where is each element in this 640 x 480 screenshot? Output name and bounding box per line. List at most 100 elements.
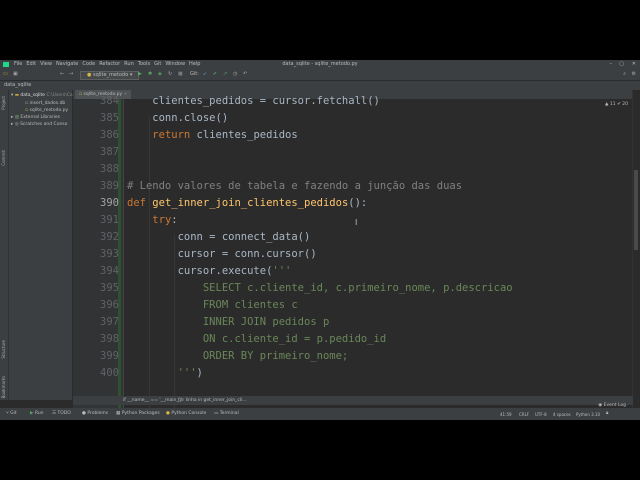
- git-label: Git:: [190, 71, 199, 77]
- tree-scratches[interactable]: ▸ ◎ Scratches and Conso: [11, 122, 67, 127]
- status-position[interactable]: 41:59: [500, 411, 512, 419]
- line-number: 396: [100, 299, 119, 311]
- tree-file-py[interactable]: ▫ sqlite_metodo.py: [25, 108, 68, 113]
- line-number: 397: [100, 316, 119, 328]
- nav-project[interactable]: data_sqlite: [4, 81, 31, 90]
- python-icon: ●: [87, 72, 92, 78]
- project-tool-tab[interactable]: Project: [1, 96, 6, 110]
- navigation-bar: data_sqlite: [0, 81, 640, 90]
- git-icon: ⑂: [6, 411, 9, 416]
- commit-tool-tab[interactable]: Commit: [1, 150, 6, 166]
- terminal-tool-tab[interactable]: ▭ Terminal: [214, 408, 239, 420]
- close-icon[interactable]: ✕: [632, 60, 636, 69]
- settings-icon[interactable]: ⚙: [632, 69, 636, 80]
- python-console-tool-tab[interactable]: ● Python Console: [166, 408, 206, 420]
- code-line: ORDER BY primeiro_nome;: [127, 350, 349, 362]
- forward-icon[interactable]: →: [69, 69, 73, 80]
- chevron-down-icon: ▾: [129, 72, 133, 78]
- line-number: 387: [100, 146, 119, 158]
- line-number: 390: [100, 197, 119, 209]
- folder-icon[interactable]: ▭: [3, 69, 8, 80]
- line-number: 386: [100, 129, 119, 141]
- structure-tool-tab[interactable]: Structure: [1, 340, 6, 359]
- coverage-icon[interactable]: ◈: [158, 69, 162, 80]
- back-icon[interactable]: ←: [60, 69, 64, 80]
- rerun-icon[interactable]: ↻: [168, 69, 172, 80]
- code-line: INNER JOIN pedidos p: [127, 316, 330, 328]
- line-number: 385: [100, 112, 119, 124]
- menu-file[interactable]: File: [14, 60, 22, 69]
- history-icon[interactable]: ◷: [233, 69, 237, 80]
- status-interpreter[interactable]: Python 3.10: [576, 411, 600, 419]
- chevron-right-icon: ▸: [11, 122, 14, 127]
- line-number: 391: [100, 214, 119, 226]
- right-tool-strip: [632, 90, 640, 420]
- file-icon: ▫: [25, 101, 29, 106]
- search-icon[interactable]: ⌕: [623, 69, 626, 80]
- text-cursor: I: [355, 218, 358, 227]
- breadcrumb-for[interactable]: for linha in get_inner_join_cli...: [178, 396, 247, 405]
- python-packages-tool-tab[interactable]: ▦ Python Packages: [116, 408, 160, 420]
- line-number: 394: [100, 265, 119, 277]
- line-number: 388: [100, 163, 119, 175]
- app-logo-icon: [3, 62, 9, 67]
- code-line: SELECT c.cliente_id, c.primeiro_nome, p.…: [127, 282, 513, 294]
- minimize-icon[interactable]: –: [610, 60, 613, 69]
- line-number: 399: [100, 350, 119, 362]
- code-line: conn = connect_data(): [127, 231, 311, 243]
- code-line: cursor.execute(''': [127, 265, 292, 277]
- problems-tool-tab[interactable]: ● Problems: [82, 408, 108, 420]
- code-line: conn.close(): [127, 112, 229, 124]
- todo-tool-tab[interactable]: ☰ TODO: [52, 408, 71, 420]
- line-number: 384: [100, 95, 119, 107]
- status-encoding[interactable]: UTF-8: [535, 411, 547, 419]
- scratch-icon: ◎: [14, 122, 19, 127]
- menu-view[interactable]: View: [40, 60, 52, 69]
- code-line: try:: [152, 214, 178, 226]
- run-icon: ▶: [30, 411, 34, 416]
- tree-external-libraries[interactable]: ▸ ▥ External Libraries: [11, 115, 60, 120]
- status-bar: ⑂ Git ▶ Run ☰ TODO ● Problems ▦ Python P…: [0, 403, 640, 420]
- run-icon[interactable]: ▶: [138, 69, 142, 80]
- event-log-icon: ◉: [598, 403, 603, 408]
- menu-code[interactable]: Code: [82, 60, 95, 69]
- lock-icon[interactable]: 🔒︎: [606, 408, 608, 420]
- event-log-button[interactable]: ◉ Event Log: [598, 400, 626, 412]
- inspection-widget[interactable]: ▲ 11 ✔ 20: [605, 102, 628, 107]
- menu-edit[interactable]: Edit: [26, 60, 36, 69]
- status-indent[interactable]: 4 spaces: [553, 411, 571, 419]
- code-line: '''): [177, 367, 203, 379]
- library-icon: ▥: [14, 115, 19, 120]
- line-number: 389: [100, 180, 119, 192]
- code-editor: ▫ sqlite_metodo.py × 384 385 386 387 388 389 3…: [73, 90, 633, 420]
- debug-icon[interactable]: ✱: [148, 69, 152, 80]
- menu-navigate[interactable]: Navigate: [56, 60, 78, 69]
- git-update-icon[interactable]: ↙: [203, 69, 207, 80]
- breadcrumb-main[interactable]: if __name__ == '__main__': [123, 396, 182, 405]
- git-commit-icon[interactable]: ✔: [213, 69, 217, 80]
- code-line: return clientes_pedidos: [152, 129, 298, 141]
- terminal-icon: ▭: [214, 411, 219, 416]
- run-config-select[interactable]: ● sqlite_metodo ▾: [80, 71, 140, 80]
- git-push-icon[interactable]: ↗: [223, 69, 227, 80]
- title-bar: File Edit View Navigate Code Refactor Ru…: [0, 60, 640, 69]
- ide-window: File Edit View Navigate Code Refactor Ru…: [0, 60, 640, 420]
- packages-icon: ▦: [116, 411, 121, 416]
- stop-icon[interactable]: ■: [178, 69, 183, 80]
- line-number: 393: [100, 248, 119, 260]
- line-number: 395: [100, 282, 119, 294]
- main-toolbar: ▭ ▣ ← → ● sqlite_metodo ▾ ▶ ✱ ◈ ↻ ■ Git:…: [0, 69, 640, 81]
- bookmarks-tool-tab[interactable]: Bookmarks: [1, 376, 6, 398]
- git-tool-tab[interactable]: ⑂ Git: [6, 408, 17, 420]
- editor-breadcrumb-bar: if __name__ == '__main__' for linha in g…: [73, 396, 633, 405]
- run-tool-tab[interactable]: ▶ Run: [30, 408, 44, 420]
- tree-file-db[interactable]: ▫ insert_dados.db: [25, 101, 65, 106]
- undo-icon[interactable]: ↶: [243, 69, 247, 80]
- scrollbar-thumb[interactable]: [634, 170, 638, 250]
- save-icon[interactable]: ▣: [13, 69, 18, 80]
- tree-root[interactable]: ▾ ▬ data_sqlite C:\Users\Ca: [11, 93, 73, 98]
- code-area[interactable]: clientes_pedidos = cursor.fetchall() con…: [123, 95, 633, 420]
- status-line-separator[interactable]: CRLF: [519, 411, 529, 419]
- window-title: data_sqlite - sqlite_metodo.py: [282, 61, 358, 67]
- maximize-icon[interactable]: ▢: [619, 60, 624, 69]
